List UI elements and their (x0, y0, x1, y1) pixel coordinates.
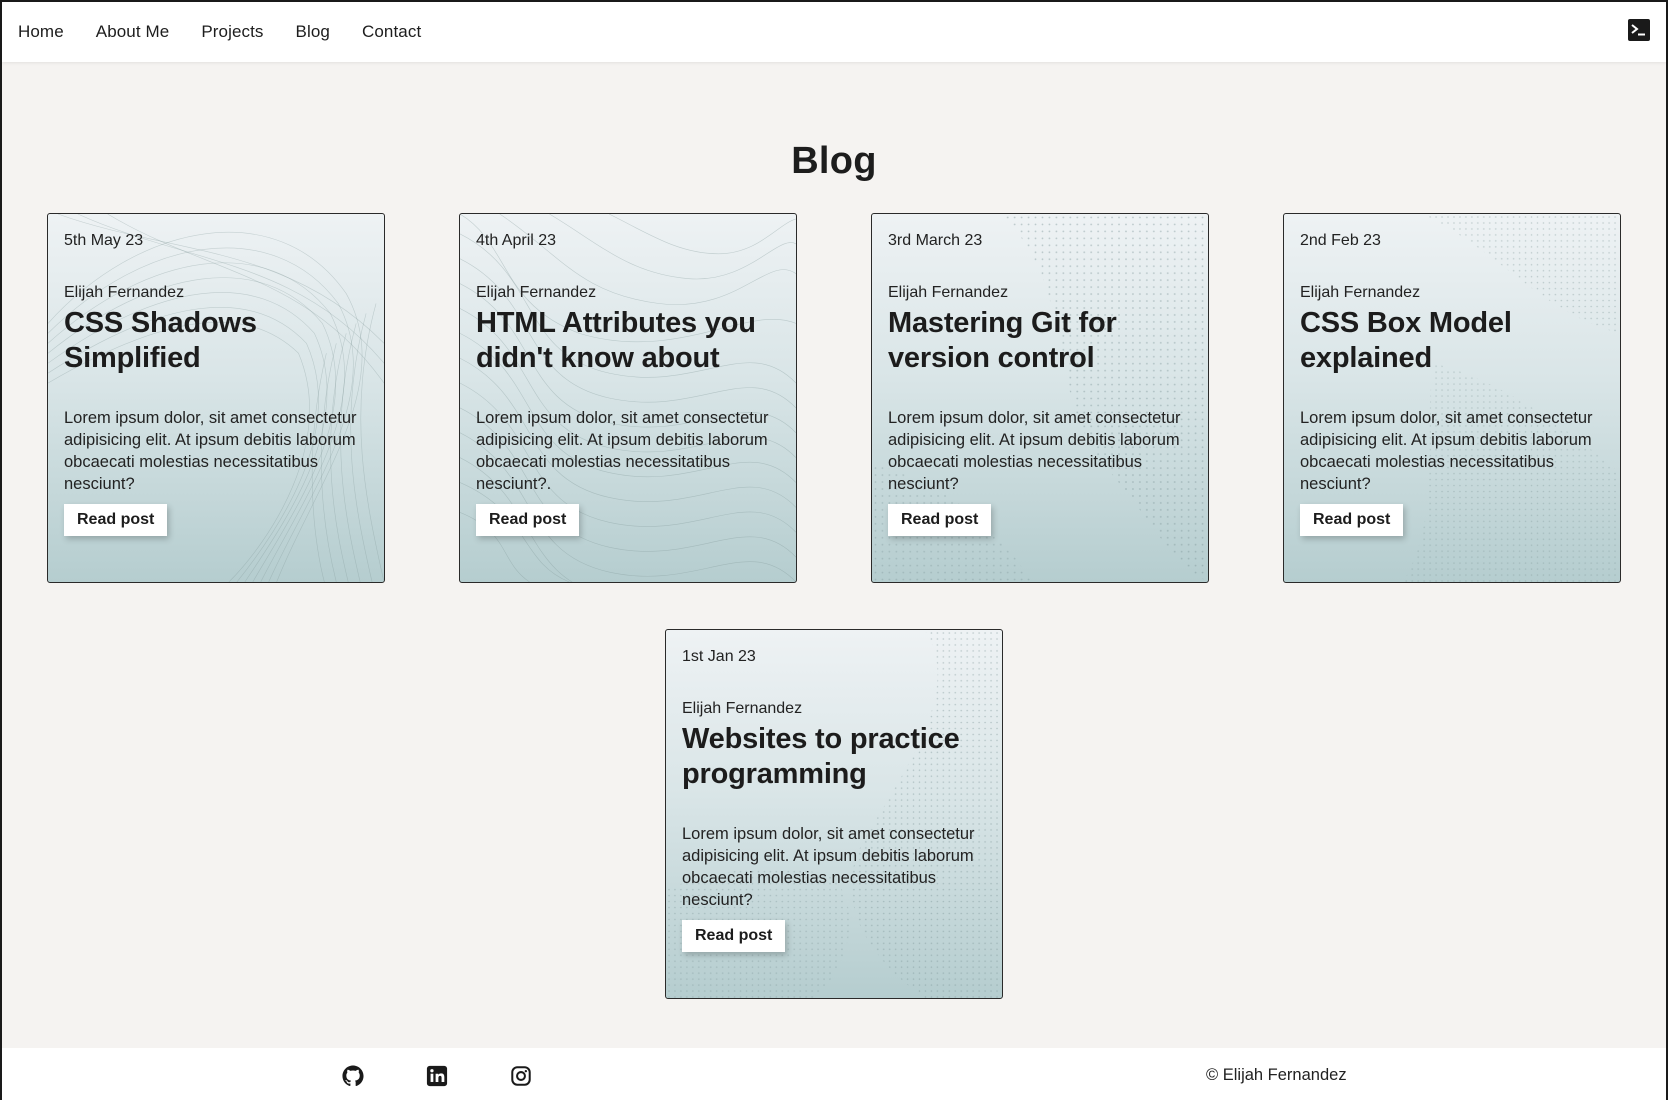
blog-card: 1st Jan 23 Elijah Fernandez Websites to … (665, 629, 1003, 999)
page-title: Blog (791, 140, 877, 182)
post-excerpt: Lorem ipsum dolor, sit amet consectetur … (682, 825, 975, 909)
post-date: 4th April 23 (476, 232, 557, 249)
terminal-icon[interactable] (1628, 19, 1650, 41)
blog-card: 2nd Feb 23 Elijah Fernandez CSS Box Mode… (1283, 213, 1621, 583)
post-title: HTML Attributes you didn't know about (476, 307, 756, 374)
post-author: Elijah Fernandez (64, 284, 185, 301)
read-post-button[interactable]: Read post (682, 920, 786, 952)
blog-card: 3rd March 23 Elijah Fernandez Mastering … (871, 213, 1209, 583)
post-excerpt: Lorem ipsum dolor, sit amet consectetur … (1300, 409, 1593, 493)
post-author: Elijah Fernandez (476, 284, 597, 301)
nav-link-contact[interactable]: Contact (362, 22, 421, 42)
navbar: Home About Me Projects Blog Contact (2, 2, 1666, 62)
footer: © Elijah Fernandez (2, 1048, 1666, 1100)
post-date: 5th May 23 (64, 232, 144, 249)
read-post-button[interactable]: Read post (64, 504, 168, 536)
blog-card: 4th April 23 Elijah Fernandez HTML Attri… (459, 213, 797, 583)
nav-link-home[interactable]: Home (18, 22, 64, 42)
nav-link-about-me[interactable]: About Me (96, 22, 170, 42)
post-excerpt: Lorem ipsum dolor, sit amet consectetur … (64, 409, 357, 493)
nav-links: Home About Me Projects Blog Contact (2, 22, 453, 42)
read-post-button[interactable]: Read post (888, 504, 992, 536)
post-excerpt: Lorem ipsum dolor, sit amet consectetur … (888, 409, 1181, 493)
post-excerpt: Lorem ipsum dolor, sit amet consectetur … (476, 409, 769, 493)
instagram-icon[interactable] (510, 1065, 532, 1087)
page-frame: Home About Me Projects Blog Contact Blog (0, 0, 1668, 1100)
github-icon[interactable] (342, 1065, 364, 1087)
post-title: CSS Shadows Simplified (64, 307, 257, 374)
post-title: CSS Box Model explained (1300, 307, 1512, 374)
post-author: Elijah Fernandez (682, 700, 803, 717)
post-date: 1st Jan 23 (682, 648, 756, 665)
linkedin-icon[interactable] (426, 1065, 448, 1087)
read-post-button[interactable]: Read post (476, 504, 580, 536)
post-author: Elijah Fernandez (888, 284, 1009, 301)
blog-card: 5th May 23 Elijah Fernandez CSS Shadows … (47, 213, 385, 583)
nav-link-projects[interactable]: Projects (201, 22, 263, 42)
post-title: Websites to practice programming (682, 723, 960, 790)
post-date: 2nd Feb 23 (1300, 232, 1381, 249)
post-author: Elijah Fernandez (1300, 284, 1421, 301)
post-date: 3rd March 23 (888, 232, 983, 249)
copyright: © Elijah Fernandez (1206, 1066, 1347, 1084)
nav-link-blog[interactable]: Blog (296, 22, 330, 42)
post-title: Mastering Git for version control (888, 307, 1117, 374)
read-post-button[interactable]: Read post (1300, 504, 1404, 536)
